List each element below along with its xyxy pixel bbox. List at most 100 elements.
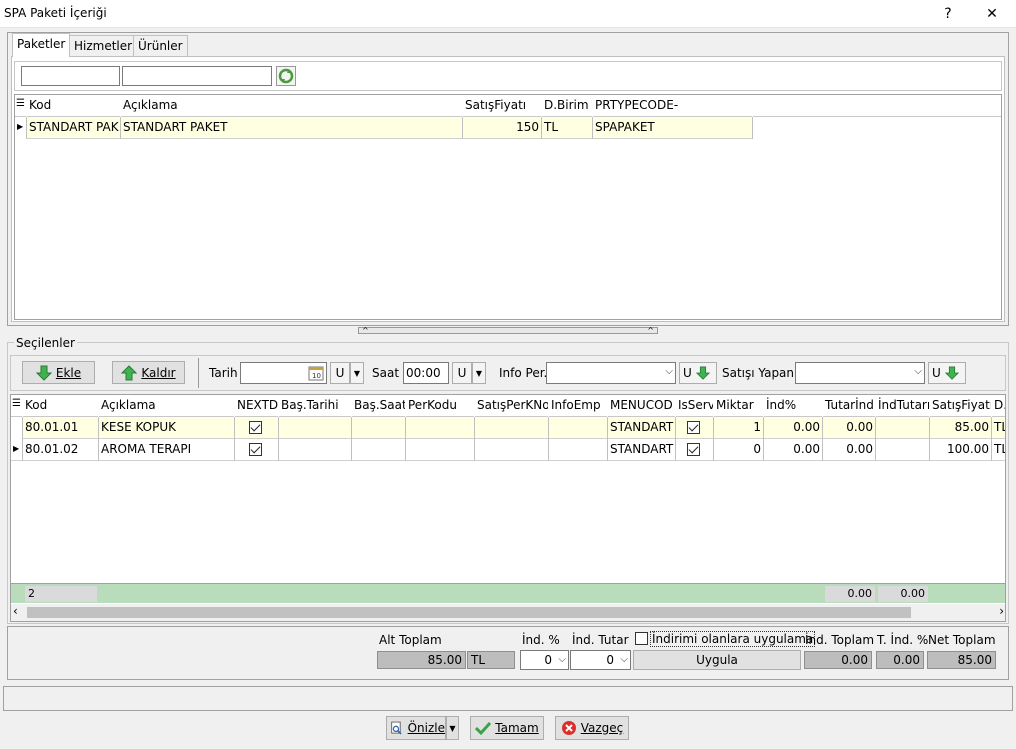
col-kod[interactable]: Kod — [23, 395, 99, 417]
ind-tutar-select[interactable]: 0 ⌵ — [570, 650, 631, 670]
calendar-icon[interactable]: 10 — [308, 365, 324, 381]
satis-yapan-select[interactable]: ⌵ — [795, 362, 925, 384]
col-tutarind[interactable]: Tutarİnd — [823, 395, 876, 417]
chevron-down-icon: ⌵ — [914, 366, 922, 377]
col-satisfiyati[interactable]: SatışFiyatı — [930, 395, 992, 417]
col-isserv[interactable]: IsServ — [676, 395, 714, 417]
tarih-label: Tarih — [209, 366, 238, 380]
table-row[interactable]: 80.01.01 KESE KOPUK STANDART 1 0.00 0.00… — [11, 417, 1005, 439]
grid-menu-icon[interactable]: ☰ — [15, 95, 27, 117]
scrollbar-thumb[interactable] — [27, 607, 911, 618]
preview-icon — [391, 721, 402, 735]
col-satisperkno[interactable]: SatışPerKNo — [475, 395, 549, 417]
isserv-checkbox[interactable] — [676, 417, 714, 439]
preview-dropdown-icon[interactable]: ▼ — [446, 716, 459, 740]
nextd-checkbox[interactable] — [235, 417, 279, 439]
net-toplam-value: 85.00 — [927, 651, 996, 669]
apply-discount-label[interactable]: İndirimi olanlara uygulama — [650, 631, 816, 647]
col-indtutari[interactable]: İndTutarı — [876, 395, 930, 417]
scroll-left-icon[interactable]: ‹ — [13, 604, 18, 618]
tarih-input[interactable]: 10 — [240, 362, 327, 384]
ind-tutar-label: İnd. Tutar — [572, 633, 629, 647]
info-per-label: Info Per. — [499, 366, 548, 380]
window-title: SPA Paketi İçeriği — [4, 6, 107, 20]
tarih-u-button[interactable]: U — [330, 362, 350, 384]
col-ind-pct[interactable]: İnd% — [764, 395, 823, 417]
arrow-down-icon — [944, 366, 959, 380]
net-toplam-label: Net Toplam — [928, 633, 996, 647]
col-aciklama[interactable]: Açıklama — [121, 95, 463, 117]
row-indicator-icon: ▶ — [15, 117, 27, 139]
chevron-down-icon: ⌵ — [665, 366, 673, 377]
cancel-button[interactable]: Vazgeç — [555, 716, 629, 740]
horizontal-scrollbar[interactable]: ‹ › — [11, 604, 1005, 621]
help-button[interactable]: ? — [926, 2, 970, 26]
col-infoemp[interactable]: InfoEmp — [549, 395, 608, 417]
ind-pct-select[interactable]: 0 ⌵ — [520, 650, 569, 670]
footer-sum-indtutari: 0.00 — [878, 586, 928, 602]
t-ind-label: T. İnd. % — [877, 633, 929, 647]
svg-text:10: 10 — [312, 372, 321, 380]
info-per-select[interactable]: ⌵ — [546, 362, 676, 384]
tarih-dropdown-icon[interactable]: ▼ — [350, 362, 364, 384]
ind-toplam-value: 0.00 — [804, 651, 872, 669]
col-aciklama[interactable]: Açıklama — [99, 395, 235, 417]
info-per-u-button[interactable]: U — [679, 362, 717, 384]
table-row[interactable]: ▶ 80.01.02 AROMA TERAPI STANDART 0 0.00 … — [11, 439, 1005, 461]
table-row[interactable]: ▶ STANDART PAK STANDART PAKET 150 TL SPA… — [15, 117, 753, 139]
col-prtypecode[interactable]: PRTYPECODE- — [593, 95, 753, 117]
col-satisfiyati[interactable]: SatışFiyatı — [463, 95, 542, 117]
footer-sum-tutarind: 0.00 — [825, 586, 875, 602]
packages-grid: ☰ Kod Açıklama SatışFiyatı D.Birim PRTYP… — [14, 94, 1002, 320]
apply-button[interactable]: Uygula — [633, 650, 801, 670]
col-dbirim[interactable]: D.Birim — [542, 95, 593, 117]
status-bar — [3, 686, 1013, 711]
filter-code-input[interactable] — [21, 66, 120, 86]
nextd-checkbox[interactable] — [235, 439, 279, 461]
remove-button[interactable]: Kaldır — [112, 361, 185, 384]
isserv-checkbox[interactable] — [676, 439, 714, 461]
toolbar-separator — [198, 358, 199, 388]
chevron-down-icon: ⌵ — [558, 654, 566, 665]
arrow-down-icon — [35, 365, 52, 381]
footer-count: 2 — [25, 586, 97, 602]
selected-label: Seçilenler — [14, 336, 77, 350]
grid-menu-icon[interactable]: ☰ — [11, 395, 23, 417]
col-bas-saat[interactable]: Baş.Saat — [352, 395, 406, 417]
satis-yapan-u-button[interactable]: U — [928, 362, 966, 384]
tab-hizmetler[interactable]: Hizmetler — [69, 35, 138, 56]
tab-paketler[interactable]: Paketler — [12, 33, 71, 57]
saat-input[interactable]: 00:00 — [403, 362, 449, 384]
alt-toplam-label: Alt Toplam — [379, 633, 442, 647]
col-bas-tarihi[interactable]: Baş.Tarihi — [279, 395, 352, 417]
add-button[interactable]: Ekle — [22, 361, 95, 384]
saat-u-button[interactable]: U — [452, 362, 472, 384]
apply-discount-checkbox[interactable] — [635, 632, 648, 645]
t-ind-value: 0.00 — [876, 651, 924, 669]
saat-label: Saat — [372, 366, 400, 380]
chevron-down-icon: ⌵ — [620, 654, 628, 665]
alt-toplam-currency: TL — [467, 651, 515, 669]
close-button[interactable]: ✕ — [970, 2, 1014, 26]
col-perkodu[interactable]: PerKodu — [406, 395, 475, 417]
col-nextd[interactable]: NEXTD — [235, 395, 279, 417]
scroll-right-icon[interactable]: › — [999, 604, 1004, 618]
title-bar: SPA Paketi İçeriği ? ✕ — [0, 0, 1016, 28]
tab-urunler[interactable]: Ürünler — [133, 35, 188, 56]
refresh-button[interactable] — [276, 66, 296, 86]
preview-button[interactable]: Önizle — [386, 716, 446, 740]
selected-grid: ☰ Kod Açıklama NEXTD Baş.Tarihi Baş.Saat… — [10, 394, 1006, 622]
filter-desc-input[interactable] — [122, 66, 272, 86]
splitter-handle[interactable]: ^ ^ — [358, 327, 658, 335]
ok-button[interactable]: Tamam — [470, 716, 544, 740]
col-kod[interactable]: Kod — [27, 95, 121, 117]
row-indicator-icon: ▶ — [11, 439, 23, 461]
col-d[interactable]: D. — [992, 395, 1005, 417]
saat-dropdown-icon[interactable]: ▼ — [472, 362, 486, 384]
col-miktar[interactable]: Miktar — [714, 395, 764, 417]
col-menucod[interactable]: MENUCOD — [608, 395, 676, 417]
arrow-down-icon — [695, 366, 710, 380]
alt-toplam-value: 85.00 — [377, 651, 466, 669]
cancel-icon — [561, 721, 576, 735]
grid-footer: 2 0.00 0.00 — [11, 583, 1005, 603]
